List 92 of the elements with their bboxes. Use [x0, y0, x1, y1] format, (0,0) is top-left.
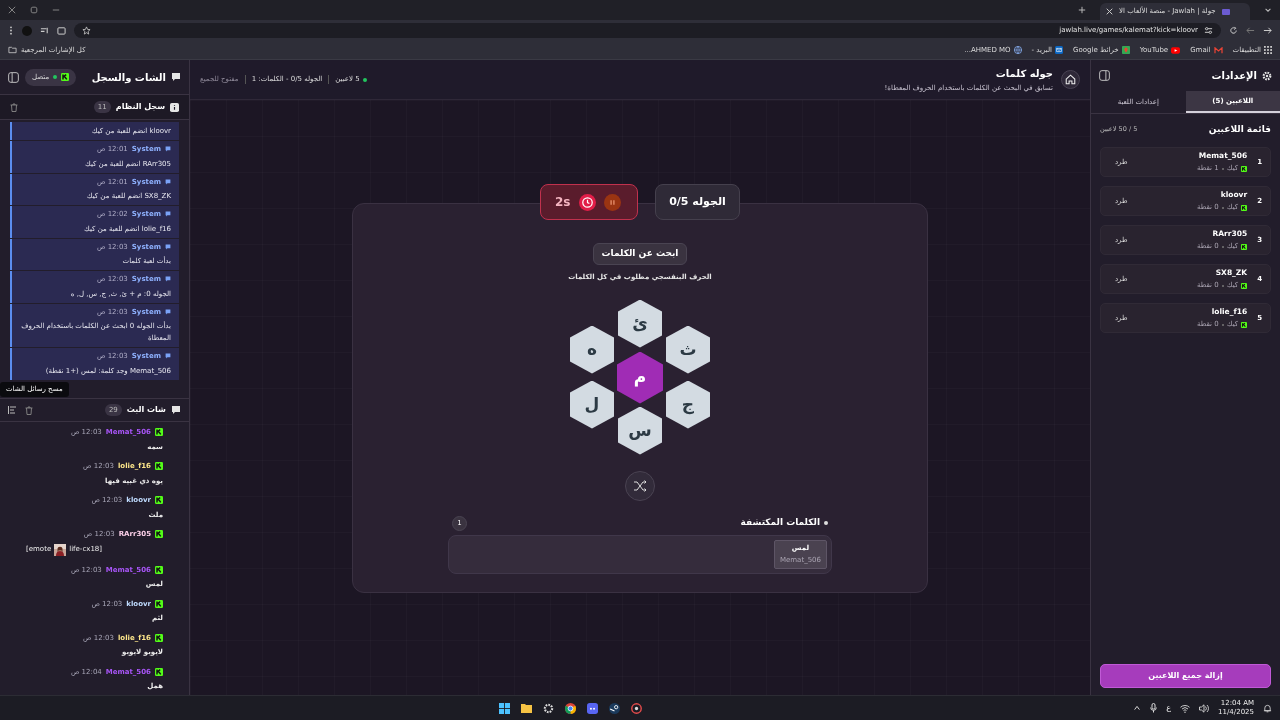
folder-icon[interactable] — [521, 703, 533, 713]
message-icon — [165, 353, 171, 360]
clock-icon — [578, 193, 596, 211]
section-title: شات البث — [126, 404, 166, 416]
wifi-icon[interactable] — [1180, 703, 1191, 713]
chat-icon — [171, 72, 181, 82]
game-title: جوله كلمات — [994, 66, 1053, 81]
section-title: الكلمات المكتشفة — [740, 516, 820, 530]
gear-icon — [1262, 70, 1272, 81]
collapse-panel-icon[interactable] — [8, 71, 19, 83]
letter-tile[interactable]: ل — [570, 380, 614, 429]
info-icon — [170, 102, 179, 112]
pause-icon[interactable] — [603, 193, 621, 211]
remove-all-button[interactable]: إزالة جميع اللاعبين — [1100, 664, 1271, 688]
collapse-panel-icon[interactable] — [1099, 70, 1110, 81]
extensions-icon[interactable] — [57, 26, 66, 35]
letter-tile[interactable]: ئ — [618, 299, 662, 348]
message-icon — [165, 308, 171, 315]
round-indicator: الجوله 0/5 — [655, 184, 740, 220]
forward-icon[interactable] — [1263, 26, 1272, 35]
letter-tile[interactable]: ث — [666, 325, 710, 374]
panel-title: الشات والسجل — [91, 70, 166, 85]
kick-icon — [155, 530, 163, 539]
gear-icon[interactable] — [543, 702, 555, 714]
message-icon — [165, 243, 171, 250]
restore-icon[interactable] — [30, 6, 38, 14]
timer-text: 2s — [555, 194, 571, 211]
section-title: قائمة اللاعبين — [1208, 123, 1271, 137]
kick-icon — [155, 565, 163, 574]
new-tab-icon[interactable] — [1078, 6, 1086, 14]
chevron-down-icon[interactable] — [1264, 6, 1272, 14]
globe-icon — [1013, 46, 1022, 54]
panel-title: الإعدادات — [1211, 69, 1257, 83]
trash-icon[interactable] — [10, 102, 18, 112]
star-icon[interactable] — [82, 26, 91, 35]
kick-icon — [1241, 165, 1248, 172]
message-icon — [165, 276, 171, 283]
language-indicator[interactable]: ع — [1166, 702, 1172, 714]
message-icon — [165, 146, 171, 153]
list-icon[interactable] — [8, 406, 17, 414]
letter-tile[interactable]: ه — [570, 325, 614, 374]
back-icon[interactable] — [1246, 26, 1255, 35]
letter-tile[interactable]: م — [617, 351, 663, 404]
kick-icon — [1241, 321, 1248, 328]
microphone-icon[interactable] — [1150, 703, 1158, 713]
kick-icon — [155, 667, 163, 676]
home-icon[interactable] — [1061, 70, 1080, 89]
bell-icon[interactable] — [1263, 703, 1272, 713]
letter-tile[interactable]: س — [618, 406, 662, 455]
chat-icon — [171, 405, 181, 415]
kick-icon — [61, 73, 70, 81]
target-icon[interactable] — [631, 702, 643, 714]
kick-icon — [1241, 282, 1248, 289]
section-heading: ابحث عن الكلمات — [592, 243, 688, 265]
status-dot — [362, 77, 367, 82]
kick-icon — [155, 599, 163, 608]
kick-icon — [155, 496, 163, 505]
site-icon — [1221, 8, 1230, 15]
browser-icon[interactable] — [565, 702, 577, 714]
shuffle-icon[interactable] — [625, 470, 655, 501]
playlist-icon[interactable] — [40, 26, 49, 35]
separator-dot — [1221, 167, 1224, 170]
envelope-icon — [1055, 46, 1064, 54]
game-controller-icon[interactable] — [587, 702, 599, 714]
message-icon — [165, 211, 171, 218]
close-icon[interactable] — [8, 6, 16, 14]
kick-icon — [155, 428, 163, 437]
chevron-up-icon[interactable] — [1133, 704, 1142, 712]
separator-dot — [1221, 323, 1224, 326]
kick-icon — [1241, 204, 1248, 211]
section-title: سجل النظام — [115, 101, 165, 113]
close-icon[interactable] — [1106, 8, 1113, 15]
play-icon — [1171, 46, 1181, 54]
trash-icon[interactable] — [25, 405, 33, 415]
separator-dot — [1221, 245, 1224, 248]
separator-dot — [1221, 284, 1224, 287]
site-settings-icon[interactable] — [1204, 26, 1213, 35]
reload-icon[interactable] — [1229, 26, 1238, 35]
separator-dot — [1221, 206, 1224, 209]
map-pin-icon — [1121, 46, 1130, 54]
speaker-icon[interactable] — [1199, 703, 1210, 713]
kick-icon — [1241, 243, 1248, 250]
kick-icon — [155, 462, 163, 471]
mail-icon — [1213, 46, 1223, 54]
message-icon — [165, 178, 171, 185]
start-icon[interactable] — [499, 702, 511, 714]
bullet-icon — [824, 521, 828, 525]
letter-tile[interactable]: ج — [666, 380, 710, 429]
menu-icon[interactable] — [8, 26, 14, 35]
grid-icon — [1264, 46, 1272, 54]
folder-icon — [8, 46, 17, 54]
kick-icon — [155, 633, 163, 642]
